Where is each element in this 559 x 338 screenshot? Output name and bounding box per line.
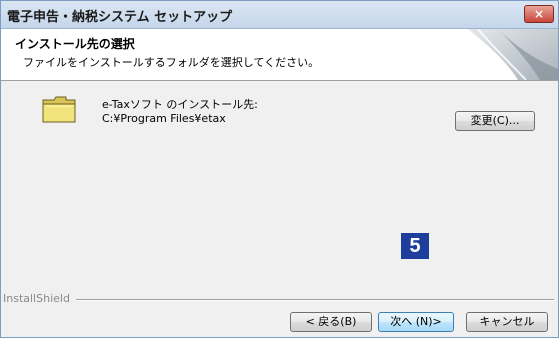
title-bar[interactable]: 電子申告・納税システム セットアップ × — [1, 1, 558, 29]
close-icon: × — [533, 7, 545, 21]
wizard-header: インストール先の選択 ファイルをインストールするフォルダを選択してください。 — [1, 29, 558, 81]
folder-icon — [42, 96, 76, 123]
back-button[interactable]: < 戻る(B) — [290, 312, 372, 332]
page-title: インストール先の選択 — [15, 37, 135, 51]
step-badge: 5 — [401, 233, 429, 259]
installshield-brand: InstallShield — [3, 292, 76, 305]
footer-divider — [71, 299, 554, 301]
installer-graphic — [448, 29, 558, 80]
next-button[interactable]: 次へ (N)> — [378, 312, 454, 332]
cancel-button[interactable]: キャンセル — [466, 312, 548, 332]
window-title: 電子申告・納税システム セットアップ — [7, 10, 233, 25]
destination-path: C:¥Program Files¥etax — [102, 112, 226, 125]
destination-label: e-Taxソフト のインストール先: — [102, 98, 258, 111]
change-button[interactable]: 変更(C)... — [455, 111, 535, 131]
wizard-body: e-Taxソフト のインストール先: C:¥Program Files¥etax… — [1, 81, 558, 276]
installer-window: 電子申告・納税システム セットアップ × インストール先の選択 ファイルをインス… — [0, 0, 559, 338]
page-subtitle: ファイルをインストールするフォルダを選択してください。 — [23, 56, 320, 69]
close-button[interactable]: × — [524, 5, 554, 23]
